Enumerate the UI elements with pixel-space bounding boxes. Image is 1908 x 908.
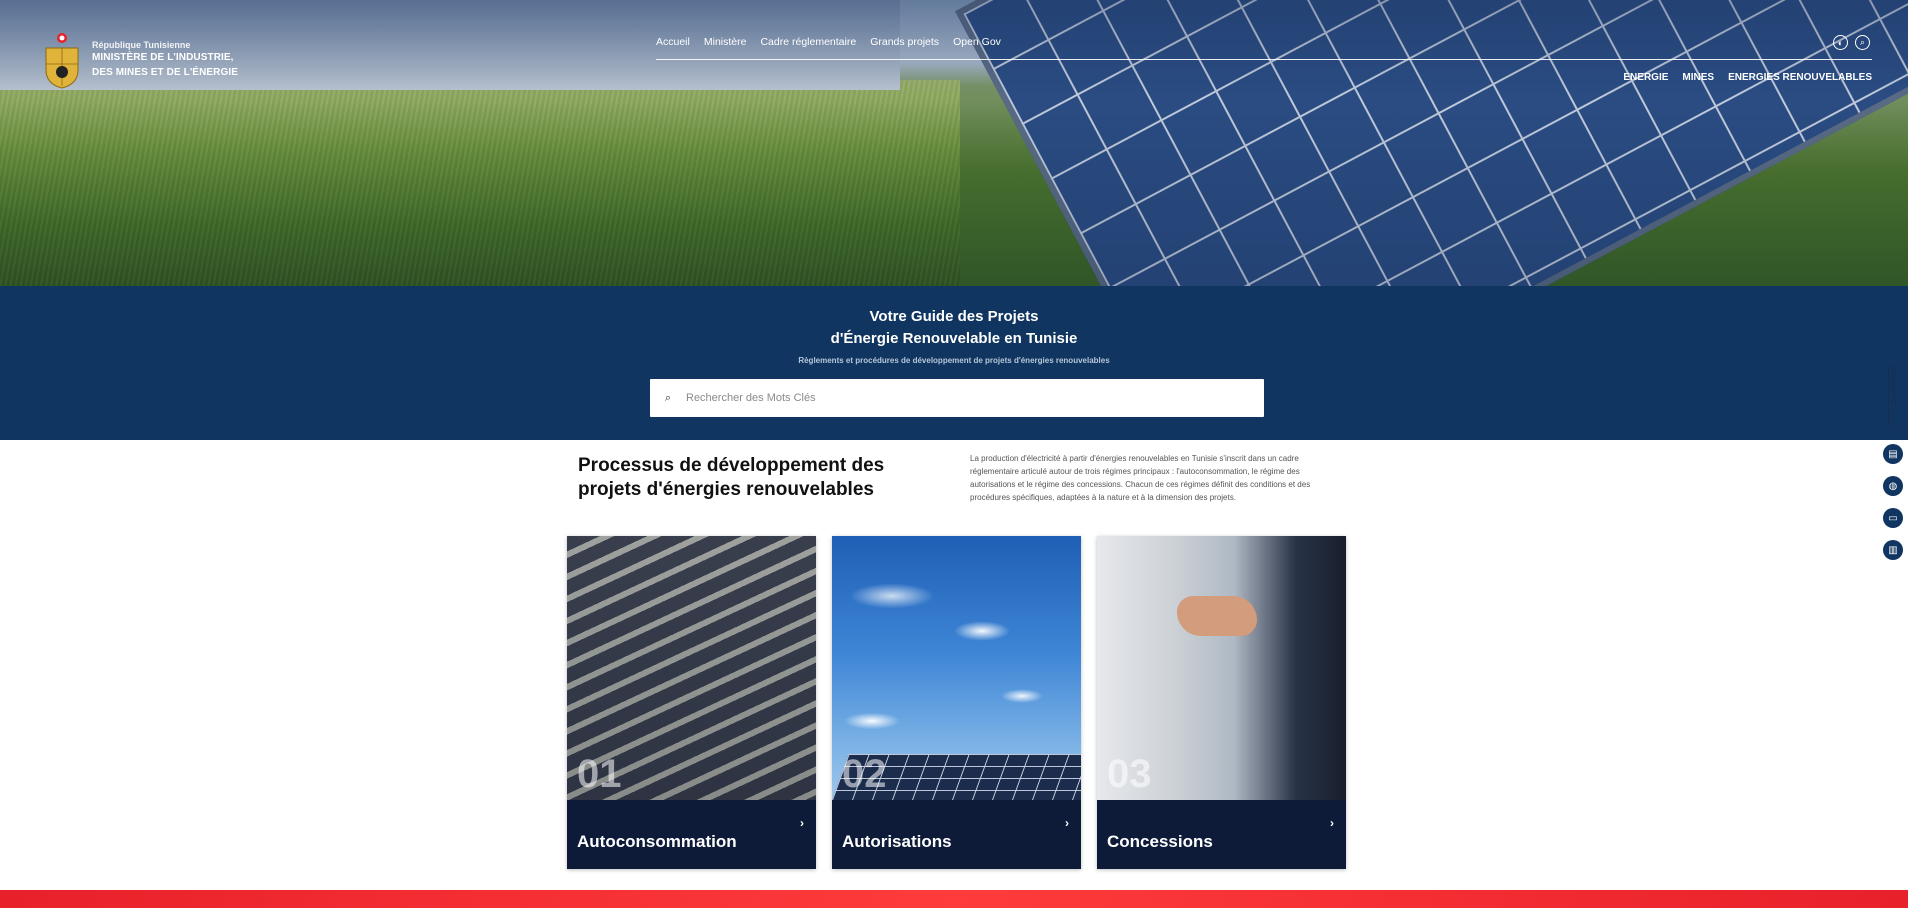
guide-title-line2: d'Énergie Renouvelable en Tunisie: [830, 330, 1078, 347]
language-icon[interactable]: ◐: [1833, 35, 1848, 50]
nav-cadre-reglementaire[interactable]: Cadre réglementaire: [760, 36, 856, 48]
ministry-brand[interactable]: République Tunisienne MINISTÈRE DE L'IND…: [92, 40, 238, 80]
chat-icon[interactable]: ◍: [1883, 476, 1903, 496]
card-autorisations[interactable]: 02 Autorisations ›: [832, 536, 1081, 869]
card-number: 02: [842, 752, 887, 796]
folder-icon[interactable]: ▭: [1883, 508, 1903, 528]
nav-grands-projets[interactable]: Grands projets: [870, 36, 939, 48]
card-footer: Autoconsommation ›: [567, 800, 816, 869]
footer-red-bar: [0, 890, 1908, 908]
subnav-mines[interactable]: MINES: [1682, 72, 1714, 83]
nav-accueil[interactable]: Accueil: [656, 36, 690, 48]
subnav-energie[interactable]: ENERGIE: [1623, 72, 1668, 83]
republic-label: République Tunisienne: [92, 40, 191, 50]
search-input-icon: ⌕: [664, 391, 672, 404]
process-cards: 01 Autoconsommation › 02 Autorisations ›…: [567, 536, 1346, 869]
nav-divider: [656, 59, 1872, 60]
chevron-right-icon[interactable]: ›: [800, 816, 804, 830]
coat-of-arms-icon[interactable]: [42, 30, 82, 90]
chevron-right-icon[interactable]: ›: [1330, 816, 1334, 830]
process-description: La production d'électricité à partir d'é…: [970, 454, 1311, 502]
search-input[interactable]: [686, 392, 1264, 404]
card-footer: Autorisations ›: [832, 800, 1081, 869]
ministry-name-line2: DES MINES ET DE L'ÉNERGIE: [92, 67, 239, 78]
card-concessions[interactable]: 03 Concessions ›: [1097, 536, 1346, 869]
main-nav: Accueil Ministère Cadre réglementaire Gr…: [656, 36, 1001, 48]
nav-ministere[interactable]: Ministère: [704, 36, 747, 48]
document-icon[interactable]: ▤: [1883, 444, 1903, 464]
guide-subtitle: Règlements et procédures de développemen…: [798, 356, 1110, 365]
search-icon[interactable]: ⌕: [1855, 35, 1870, 50]
card-autoconsommation[interactable]: 01 Autoconsommation ›: [567, 536, 816, 869]
search-bar: ⌕: [650, 379, 1264, 417]
card-footer: Concessions ›: [1097, 800, 1346, 869]
hero-banner: République Tunisienne MINISTÈRE DE L'IND…: [0, 0, 1908, 286]
map-icon[interactable]: ▥: [1883, 540, 1903, 560]
chevron-right-icon[interactable]: ›: [1065, 816, 1069, 830]
process-title: Processus de développement des projets d…: [578, 455, 885, 500]
card-label: Concessions: [1107, 832, 1213, 851]
card-label: Autorisations: [842, 832, 952, 851]
guide-band: Votre Guide des Projets d'Énergie Renouv…: [0, 286, 1908, 440]
quick-links: ▤ ◍ ▭ ▥: [1883, 444, 1903, 560]
card-number: 01: [577, 752, 622, 796]
nav-open-gov[interactable]: Open Gov: [953, 36, 1001, 48]
sub-nav: ENERGIE MINES ENERGIES RENOUVELABLES: [1623, 72, 1872, 83]
subnav-energies-renouvelables[interactable]: ENERGIES RENOUVELABLES: [1728, 72, 1872, 83]
quick-links-tab[interactable]: LIEN RAPIDE: [1888, 366, 1900, 426]
guide-title-line1: Votre Guide des Projets: [869, 308, 1039, 325]
card-number: 03: [1107, 752, 1152, 796]
card-label: Autoconsommation: [577, 832, 737, 851]
ministry-name-line1: MINISTÈRE DE L'INDUSTRIE,: [92, 52, 234, 63]
quick-links-label: LIEN RAPIDE: [1891, 366, 1898, 410]
